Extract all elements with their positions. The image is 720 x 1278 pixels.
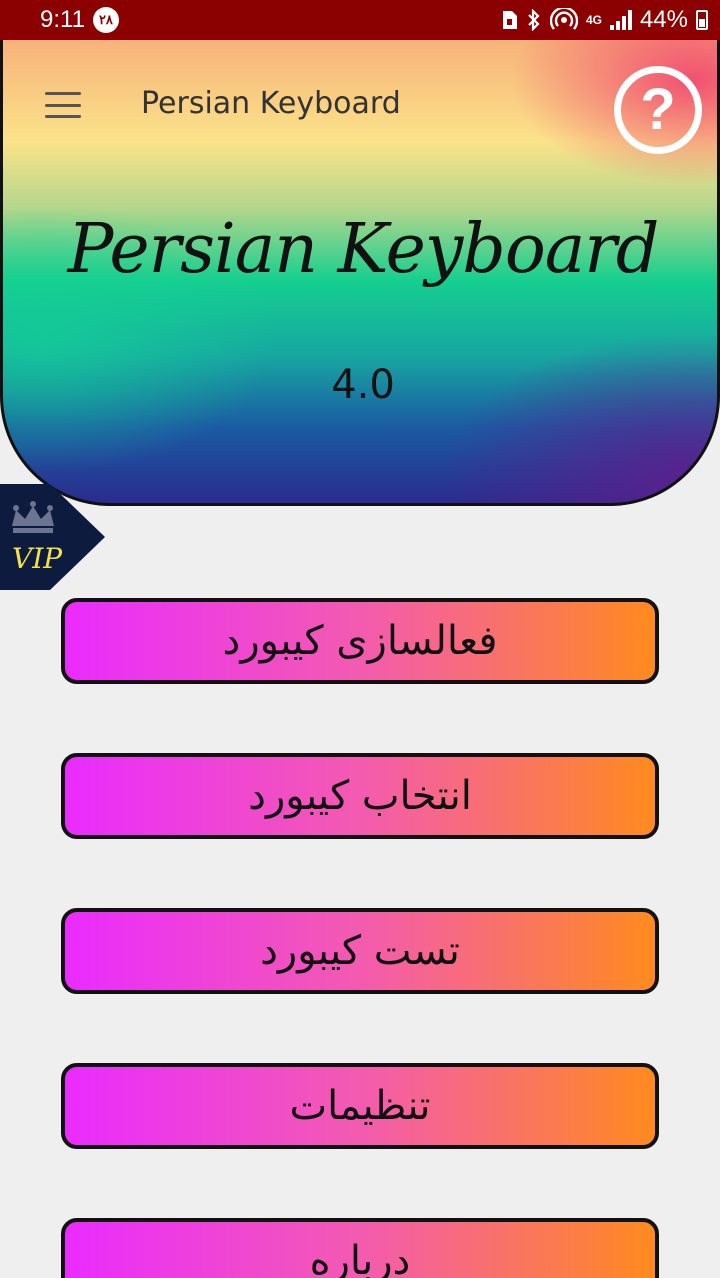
help-button[interactable]: ? xyxy=(614,66,702,154)
app-version: 4.0 xyxy=(331,362,395,408)
toolbar: Persian Keyboard ? xyxy=(3,40,717,170)
vip-label: VIP xyxy=(12,542,63,575)
network-type: 4G xyxy=(585,13,602,27)
toolbar-title: Persian Keyboard xyxy=(141,86,401,121)
status-time: 9:11 xyxy=(40,6,85,33)
bluetooth-icon xyxy=(526,6,542,34)
activate-keyboard-button[interactable]: فعالسازی کیبورد xyxy=(61,598,659,684)
hero-banner: Persian Keyboard ? Persian Keyboard 4.0 xyxy=(0,40,720,506)
vip-button[interactable]: VIP xyxy=(0,484,106,590)
status-left: 9:11 ۲۸ xyxy=(40,6,119,34)
battery-icon xyxy=(696,10,708,30)
test-keyboard-button[interactable]: تست کیبورد xyxy=(61,908,659,994)
status-right: 4G 44% xyxy=(500,6,708,34)
status-bar: 9:11 ۲۸ 4G 44% xyxy=(0,0,720,40)
signal-icon xyxy=(609,10,632,30)
question-mark-icon: ? xyxy=(640,77,676,142)
hamburger-menu-icon[interactable] xyxy=(45,92,81,118)
settings-button[interactable]: تنظیمات xyxy=(61,1063,659,1149)
select-keyboard-button[interactable]: انتخاب کیبورد xyxy=(61,753,659,839)
battery-percent: 44% xyxy=(639,6,688,33)
about-button[interactable]: درباره xyxy=(61,1218,659,1278)
hotspot-icon xyxy=(549,6,578,34)
storage-icon xyxy=(500,6,518,34)
notification-badge: ۲۸ xyxy=(92,7,119,33)
hero-title: Persian Keyboard xyxy=(67,210,660,289)
